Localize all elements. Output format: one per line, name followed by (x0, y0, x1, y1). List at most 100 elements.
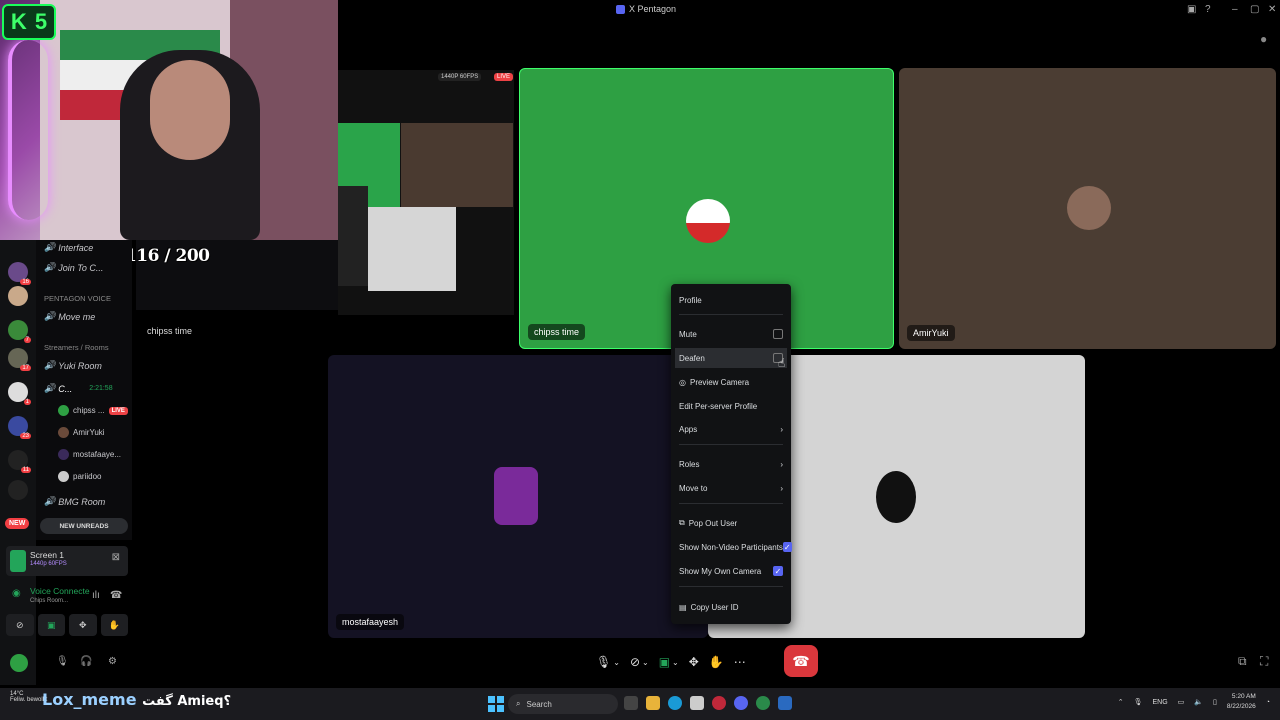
menu-item-mute[interactable]: Mute (679, 324, 783, 344)
popout-icon: ⧉ (679, 518, 685, 527)
microphone-icon[interactable]: 🎙 (56, 656, 69, 667)
speaker-icon: 🔊 (44, 311, 56, 321)
preview-tile-white (368, 207, 456, 291)
stream-preview: 1440P 60FPS LIVE (338, 70, 514, 315)
taskbar-search[interactable]: ⌕ Search (508, 694, 618, 714)
menu-item-show-non-video[interactable]: Show Non-Video Participants ✓ (679, 537, 792, 557)
channel-chips-room[interactable]: 🔊 C... 2:21:58 (44, 383, 113, 394)
avatar (58, 449, 69, 460)
server-icon[interactable] (8, 286, 28, 306)
category-pentagon-voice[interactable]: PENTAGON VOICE (44, 294, 111, 303)
chevron-right-icon: › (780, 424, 783, 434)
server-icon[interactable]: 23 (8, 416, 31, 439)
microphone-button[interactable]: 🎙 ⌄ (596, 655, 620, 669)
voice-user[interactable]: pariidoo (58, 471, 101, 482)
volume-icon[interactable]: 🔈 (1194, 698, 1203, 706)
activities-button[interactable]: ✥ (689, 655, 699, 669)
show-non-video-checkbox[interactable]: ✓ (782, 542, 792, 552)
network-icon[interactable]: ▭ (1178, 698, 1185, 706)
new-unreads-button[interactable]: NEW UNREADS (40, 518, 128, 534)
task-view-icon[interactable] (624, 696, 638, 710)
voice-room[interactable]: Chips Room... (30, 598, 68, 604)
video-tile-mostafa[interactable]: mostafaayesh (328, 355, 708, 638)
menu-item-edit-profile[interactable]: Edit Per-server Profile (679, 396, 783, 416)
avatar[interactable] (10, 654, 28, 672)
channel-bmg-room[interactable]: 🔊 BMG Room (44, 496, 105, 507)
category-streamers-rooms[interactable]: Streamers / Rooms (44, 343, 109, 352)
activities-icon[interactable]: ✥ (69, 614, 97, 636)
share-screen-button[interactable]: ▣ ⌄ (659, 655, 679, 669)
chevron-down-icon: ⌄ (613, 657, 620, 667)
headphones-icon[interactable]: 🎧 (80, 656, 92, 667)
notification-icon[interactable]: ◔ (1266, 699, 1270, 706)
server-icon[interactable]: 1 (8, 382, 31, 405)
mouse-cursor-icon: ☝ (778, 356, 786, 370)
avatar (58, 405, 69, 416)
channel-move-me[interactable]: 🔊 Move me (44, 311, 95, 322)
server-icon[interactable]: 7 (8, 320, 31, 343)
store-icon[interactable] (690, 696, 704, 710)
menu-item-deafen[interactable]: Deafen (675, 348, 787, 368)
voice-user[interactable]: AmirYuki (58, 427, 105, 438)
menu-item-show-own-camera[interactable]: Show My Own Camera ✓ (679, 561, 783, 581)
chat-bubble-icon[interactable]: ● (1260, 32, 1267, 46)
microphone-icon[interactable]: 🎙 (1134, 698, 1143, 706)
video-tile-amir[interactable]: AmirYuki (899, 68, 1276, 349)
hangup-button[interactable]: ☎ (784, 645, 818, 677)
chevron-up-icon[interactable]: ⌃ (1118, 698, 1124, 706)
fullscreen-icon[interactable]: ⛶ (1260, 654, 1268, 669)
channel-list: 🔊 Interface 🔊 Join To C... PENTAGON VOICE … (36, 240, 132, 540)
help-icon[interactable]: ? (1205, 4, 1211, 15)
menu-item-preview-camera[interactable]: ◎ Preview Camera (679, 372, 783, 392)
disconnect-icon[interactable]: ☎ (110, 590, 122, 601)
server-icon[interactable]: 17 (8, 348, 31, 371)
menu-item-profile[interactable]: Profile (679, 290, 783, 310)
stream-quality-badge: 1440P 60FPS (438, 73, 482, 81)
minimize-button[interactable]: – (1232, 4, 1238, 15)
inbox-icon[interactable]: ▣ (1187, 4, 1196, 15)
menu-item-roles[interactable]: Roles › (679, 454, 783, 474)
menu-item-apps[interactable]: Apps › (679, 419, 783, 439)
server-icon[interactable]: 16 (8, 262, 31, 285)
file-explorer-icon[interactable] (646, 696, 660, 710)
channel-yuki-room[interactable]: 🔊 Yuki Room (44, 360, 102, 371)
discord-icon[interactable] (734, 696, 748, 710)
more-button[interactable]: ⋯ (734, 655, 746, 669)
maximize-button[interactable]: ▢ (1250, 4, 1259, 15)
popout-icon[interactable]: ⧉ (1238, 654, 1247, 669)
menu-item-pop-out[interactable]: ⧉ Pop Out User (679, 513, 783, 533)
show-own-camera-checkbox[interactable]: ✓ (773, 566, 783, 576)
close-button[interactable]: ✕ (1268, 4, 1276, 15)
server-icon[interactable] (8, 480, 28, 500)
soundboard-icon[interactable]: ✋ (100, 614, 128, 636)
camera-off-icon: ⊘ (629, 655, 640, 669)
app-icon[interactable] (778, 696, 792, 710)
screen-share-icon[interactable]: ▣ (37, 614, 65, 636)
edge-icon[interactable] (668, 696, 682, 710)
camera-button[interactable]: ⊘ ⌄ (630, 655, 649, 669)
voice-status[interactable]: Voice Connecte (30, 586, 90, 596)
soundboard-button[interactable]: ✋ (709, 655, 724, 669)
id-icon: ▤ (679, 602, 687, 612)
mute-checkbox[interactable] (773, 329, 783, 339)
app-icon[interactable] (756, 696, 770, 710)
server-icon[interactable]: 11 (8, 450, 31, 473)
voice-user[interactable]: mostafaaye... (58, 449, 121, 460)
voice-user[interactable]: chipss ... LIVE (58, 405, 128, 416)
menu-item-move-to[interactable]: Move to › (679, 478, 783, 498)
activities-icon: ✥ (688, 655, 699, 669)
stop-stream-icon[interactable]: ⊠ (112, 552, 120, 563)
clock[interactable]: 5:20 AM 8/22/2026 (1227, 692, 1256, 712)
battery-icon[interactable]: ▯ (1213, 698, 1217, 706)
channel-join-to[interactable]: 🔊 Join To C... (44, 262, 103, 273)
menu-item-copy-id[interactable]: ▤ Copy User ID (679, 597, 783, 617)
language-indicator[interactable]: ENG (1152, 699, 1167, 706)
new-badge[interactable]: NEW (5, 518, 30, 529)
windows-start-icon[interactable] (488, 696, 504, 712)
noise-suppression-icon[interactable]: ılı (92, 590, 100, 601)
channel-interface[interactable]: 🔊 Interface (44, 242, 93, 253)
obs-icon[interactable] (712, 696, 726, 710)
stream-live-badge: LIVE (494, 73, 514, 81)
gear-icon[interactable]: ⚙ (108, 656, 117, 667)
camera-off-icon[interactable]: ⊘ (6, 614, 34, 636)
